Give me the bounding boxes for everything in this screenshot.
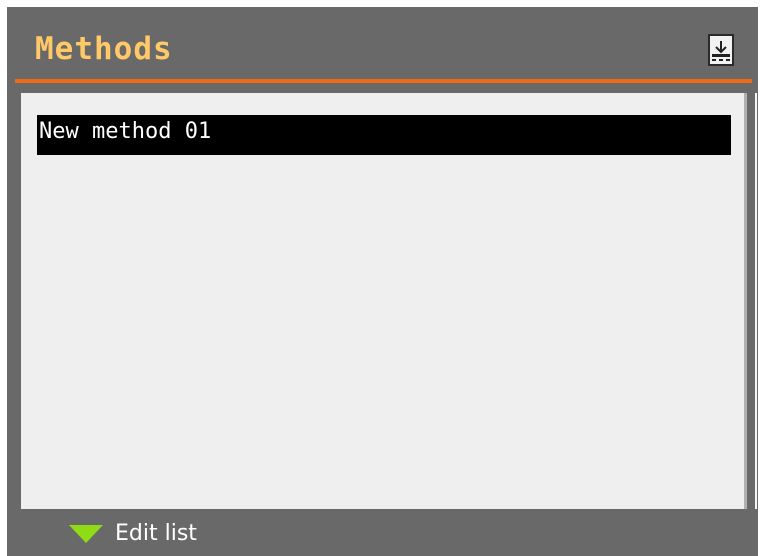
methods-list[interactable]: New method 01 [21,93,757,509]
down-triangle-icon [69,525,103,543]
device-screen: Methods New method 01 Edit list [7,7,758,556]
header-bar: Methods [7,7,758,79]
header-divider [15,79,752,83]
edit-list-label: Edit list [115,521,197,546]
edit-list-button[interactable]: Edit list [69,519,197,549]
page-title: Methods [35,31,173,67]
softkey-bar: Edit list [7,509,758,556]
download-to-device-icon[interactable] [708,34,734,66]
list-item-method[interactable]: New method 01 [37,115,731,155]
scrollbar[interactable] [755,93,757,509]
